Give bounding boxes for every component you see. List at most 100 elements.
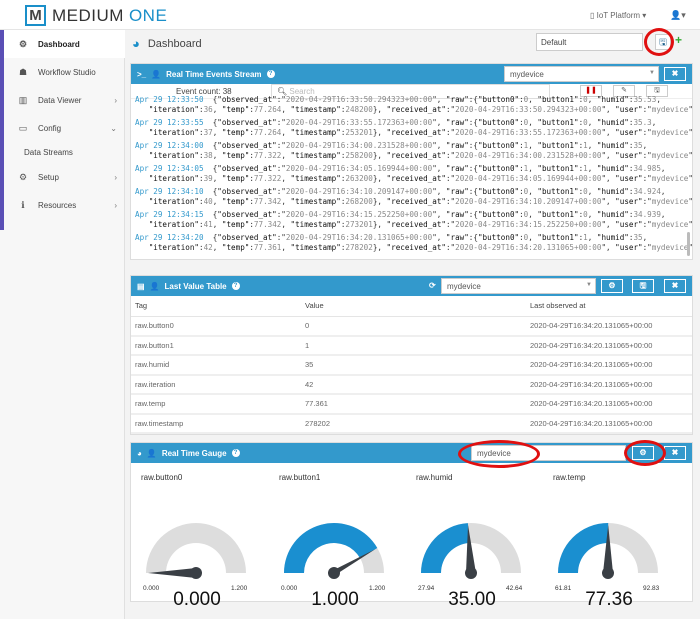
json-value: 273201: [345, 220, 373, 229]
json-value: 2020-04-29T16:34:05.169944+00:00: [285, 164, 433, 173]
json-key: "button1": [537, 141, 579, 150]
table-row[interactable]: raw.temp 77.361 2020-04-29T16:34:20.131065…: [131, 394, 692, 415]
add-widget-button[interactable]: +: [675, 33, 682, 47]
settings-button[interactable]: ⚙: [601, 279, 623, 293]
json-value: 77.322: [253, 151, 282, 160]
json-key: "user": [615, 243, 643, 252]
json-key: "raw": [445, 233, 469, 242]
page-title: ◕ Dashboard: [132, 36, 202, 51]
json-key: "button0": [477, 210, 520, 219]
save-button[interactable]: 🖫: [632, 279, 654, 293]
column-header-tag: Tag: [131, 296, 301, 317]
json-key: "iteration": [148, 151, 200, 160]
device-select[interactable]: mydevice ▼: [441, 278, 596, 294]
panel-header: ◕ 👤 Real Time Gauge? mydevice ⚙ ✖: [131, 443, 692, 463]
device-select[interactable]: mydevice ▼: [504, 66, 659, 82]
annotation-circle: [624, 440, 666, 466]
panel-header: ▤ 👤 Last Value Table? ⟳ mydevice ▼ ⚙ 🖫 ✖: [131, 276, 692, 296]
log-time: Apr 29 12:34:05: [135, 164, 204, 173]
json-value: 35: [633, 141, 643, 150]
json-key: "temp": [221, 243, 250, 252]
json-key: "button0": [477, 141, 520, 150]
table-row[interactable]: raw.timestamp 278202 2020-04-29T16:34:20.1…: [131, 413, 692, 434]
json-key: "user": [615, 197, 643, 206]
platform-icon: ▯: [590, 11, 597, 20]
chevron-right-icon: ›: [114, 200, 117, 210]
cell-last-observed: 2020-04-29T16:34:20.131065+00:00: [526, 316, 692, 337]
logo-text: MEDIUM: [52, 5, 124, 25]
sidebar-item-data-streams[interactable]: Data Streams: [24, 148, 73, 157]
json-value: 35: [633, 233, 643, 242]
gauge-fill: [558, 523, 609, 573]
last-value-table-panel: ▤ 👤 Last Value Table? ⟳ mydevice ▼ ⚙ 🖫 ✖ T…: [130, 275, 693, 435]
sidebar-item-setup[interactable]: ⚙ Setup ›: [4, 163, 125, 191]
json-key: "timestamp": [290, 220, 341, 229]
table-row[interactable]: raw.button0 0 2020-04-29T16:34:20.131065+0…: [131, 316, 692, 337]
json-key: "iteration": [148, 197, 200, 206]
help-icon[interactable]: ?: [231, 282, 240, 290]
gauge-dial: [421, 523, 521, 579]
json-key: "humid": [596, 141, 629, 150]
json-value: mydevice: [651, 197, 689, 206]
sidebar-item-config[interactable]: ▭ Config ⌄: [4, 114, 125, 142]
json-value: mydevice: [651, 220, 689, 229]
json-value: 37: [203, 128, 213, 137]
gauge-track: [146, 523, 246, 573]
json-key: "observed_at": [217, 187, 277, 196]
panel-title: Real Time Events Stream: [166, 69, 262, 79]
gears-icon: ⚙: [18, 171, 28, 182]
gauge-dial: [146, 523, 246, 579]
json-key: "iteration": [148, 243, 200, 252]
log-entry: Apr 29 12:34:00 {"observed_at":"2020-04-…: [135, 141, 692, 160]
platform-menu[interactable]: ▯ IoT Platform ▾: [590, 11, 646, 20]
json-value: 2020-04-29T16:34:15.252250+00:00: [285, 210, 433, 219]
user-menu[interactable]: 👤▾: [670, 10, 686, 21]
table-row[interactable]: raw.button1 1 2020-04-29T16:34:20.131065+0…: [131, 335, 692, 356]
json-key: "received_at": [386, 151, 446, 160]
json-value: 2020-04-29T16:33:50.294323+00:00: [285, 95, 433, 104]
json-key: "user": [615, 105, 643, 114]
sidebar-item-dashboard[interactable]: ⚙ Dashboard: [4, 30, 125, 58]
table-row[interactable]: raw.iteration 42 2020-04-29T16:34:20.13106…: [131, 374, 692, 395]
json-key: "button1": [537, 210, 579, 219]
sidebar-item-workflow-studio[interactable]: ☗ Workflow Studio: [4, 58, 125, 86]
json-key: "timestamp": [290, 128, 341, 137]
log-entry: Apr 29 12:33:55 {"observed_at":"2020-04-…: [135, 118, 692, 137]
scrollbar[interactable]: [687, 232, 690, 256]
json-value: 0: [523, 187, 529, 196]
json-key: "raw": [445, 118, 469, 127]
log-time: Apr 29 12:34:15: [135, 210, 204, 219]
json-key: "observed_at": [217, 141, 277, 150]
close-panel-button[interactable]: ✖: [664, 67, 686, 81]
close-panel-button[interactable]: ✖: [664, 279, 686, 293]
cell-tag: raw.timestamp: [131, 413, 301, 434]
gauge-value: 1.000: [311, 589, 359, 610]
json-value: 77.322: [253, 174, 282, 183]
table-icon: ▥: [18, 94, 28, 105]
json-key: "user": [615, 220, 643, 229]
dashboard-select[interactable]: Default: [536, 33, 643, 51]
sidebar-item-label: Dashboard: [38, 39, 80, 49]
json-key: "iteration": [148, 105, 200, 114]
help-icon[interactable]: ?: [231, 449, 240, 457]
json-value: 0: [523, 233, 529, 242]
json-key: "observed_at": [217, 95, 277, 104]
json-key: "user": [615, 174, 643, 183]
refresh-icon[interactable]: ⟳: [429, 281, 436, 290]
sidebar-item-data-viewer[interactable]: ▥ Data Viewer ›: [4, 86, 125, 114]
events-log[interactable]: Apr 29 12:33:50 {"observed_at":"2020-04-…: [131, 92, 692, 259]
json-key: "raw": [445, 164, 469, 173]
close-panel-button[interactable]: ✖: [664, 446, 686, 460]
column-header-value: Value: [301, 296, 526, 317]
json-value: 2020-04-29T16:33:50.294323+00:00: [455, 105, 602, 114]
logo[interactable]: M MEDIUM ONE: [25, 5, 167, 26]
gauge-raw-button0: raw.button0 0.000 1.200 0.000: [141, 473, 271, 610]
json-key: "received_at": [386, 220, 446, 229]
table-row[interactable]: raw.humid 35 2020-04-29T16:34:20.131065+00…: [131, 355, 692, 376]
close-icon: ✖: [671, 69, 679, 78]
sidebar-item-resources[interactable]: ℹ Resources ›: [4, 191, 125, 219]
help-icon[interactable]: ?: [266, 70, 275, 78]
json-value: 34.985: [633, 164, 661, 173]
events-stream-panel: >_ 👤 Real Time Events Stream? mydevice ▼ ✖…: [130, 63, 693, 260]
gauge-dial: [284, 523, 384, 579]
